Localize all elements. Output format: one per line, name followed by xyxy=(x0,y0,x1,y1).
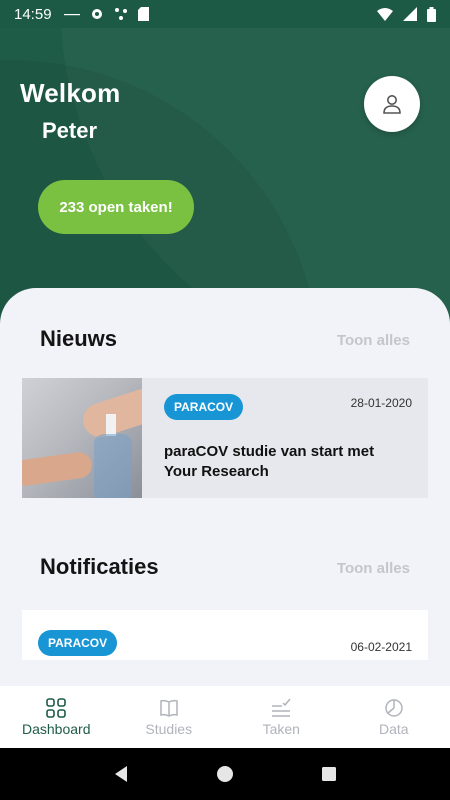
sim-card-icon xyxy=(137,7,149,21)
profile-button[interactable] xyxy=(364,76,420,132)
notification-card[interactable]: PARACOV 06-02-2021 xyxy=(22,610,428,660)
home-icon[interactable] xyxy=(216,765,234,783)
dots-icon xyxy=(63,14,80,16)
notifications-section-title: Notificaties xyxy=(40,554,159,579)
notification-tag-badge: PARACOV xyxy=(38,630,118,656)
nav-label-dashboard: Dashboard xyxy=(22,720,91,737)
battery-icon xyxy=(427,6,436,22)
hand-sanitizer-image xyxy=(22,378,142,498)
user-icon xyxy=(383,95,401,114)
nav-label-tasks: Taken xyxy=(262,720,300,737)
checklist-icon xyxy=(272,698,291,717)
news-title: paraCOV studie van start met Your Resear… xyxy=(164,443,375,480)
open-tasks-button[interactable]: 233 open taken! xyxy=(38,180,194,234)
status-bar: 14:59 xyxy=(0,0,450,28)
recents-icon[interactable] xyxy=(321,766,337,782)
notification-date: 06-02-2021 xyxy=(350,640,412,654)
news-date: 28-01-2020 xyxy=(350,396,412,410)
news-section-title: Nieuws xyxy=(40,326,118,351)
back-icon[interactable] xyxy=(113,765,129,783)
news-tag-badge: PARACOV xyxy=(164,394,244,420)
nav-item-studies[interactable]: Studies xyxy=(113,686,226,748)
news-show-all-link[interactable]: Toon alles xyxy=(337,332,410,349)
pie-chart-icon xyxy=(385,698,403,717)
nav-item-data[interactable]: Data xyxy=(338,686,450,748)
hub-icon xyxy=(114,8,127,20)
grid-icon xyxy=(46,697,67,718)
nav-item-tasks[interactable]: Taken xyxy=(225,686,338,748)
nav-label-studies: Studies xyxy=(145,720,193,737)
user-name: Peter xyxy=(42,118,98,143)
notifications-show-all-link[interactable]: Toon alles xyxy=(337,560,410,577)
gear-icon xyxy=(91,9,102,19)
system-navigation-bar xyxy=(0,748,450,800)
news-card[interactable]: PARACOV 28-01-2020 paraCOV studie van st… xyxy=(22,378,428,498)
welcome-heading: Welkom xyxy=(20,78,121,108)
book-icon xyxy=(160,699,178,717)
wifi-icon xyxy=(377,8,393,21)
bottom-navigation: Dashboard Studies Taken Data xyxy=(0,686,450,748)
nav-item-dashboard[interactable]: Dashboard xyxy=(0,686,113,748)
status-time: 14:59 xyxy=(14,5,52,23)
header-background xyxy=(0,0,450,330)
nav-label-data: Data xyxy=(378,720,409,737)
signal-icon xyxy=(403,7,417,21)
